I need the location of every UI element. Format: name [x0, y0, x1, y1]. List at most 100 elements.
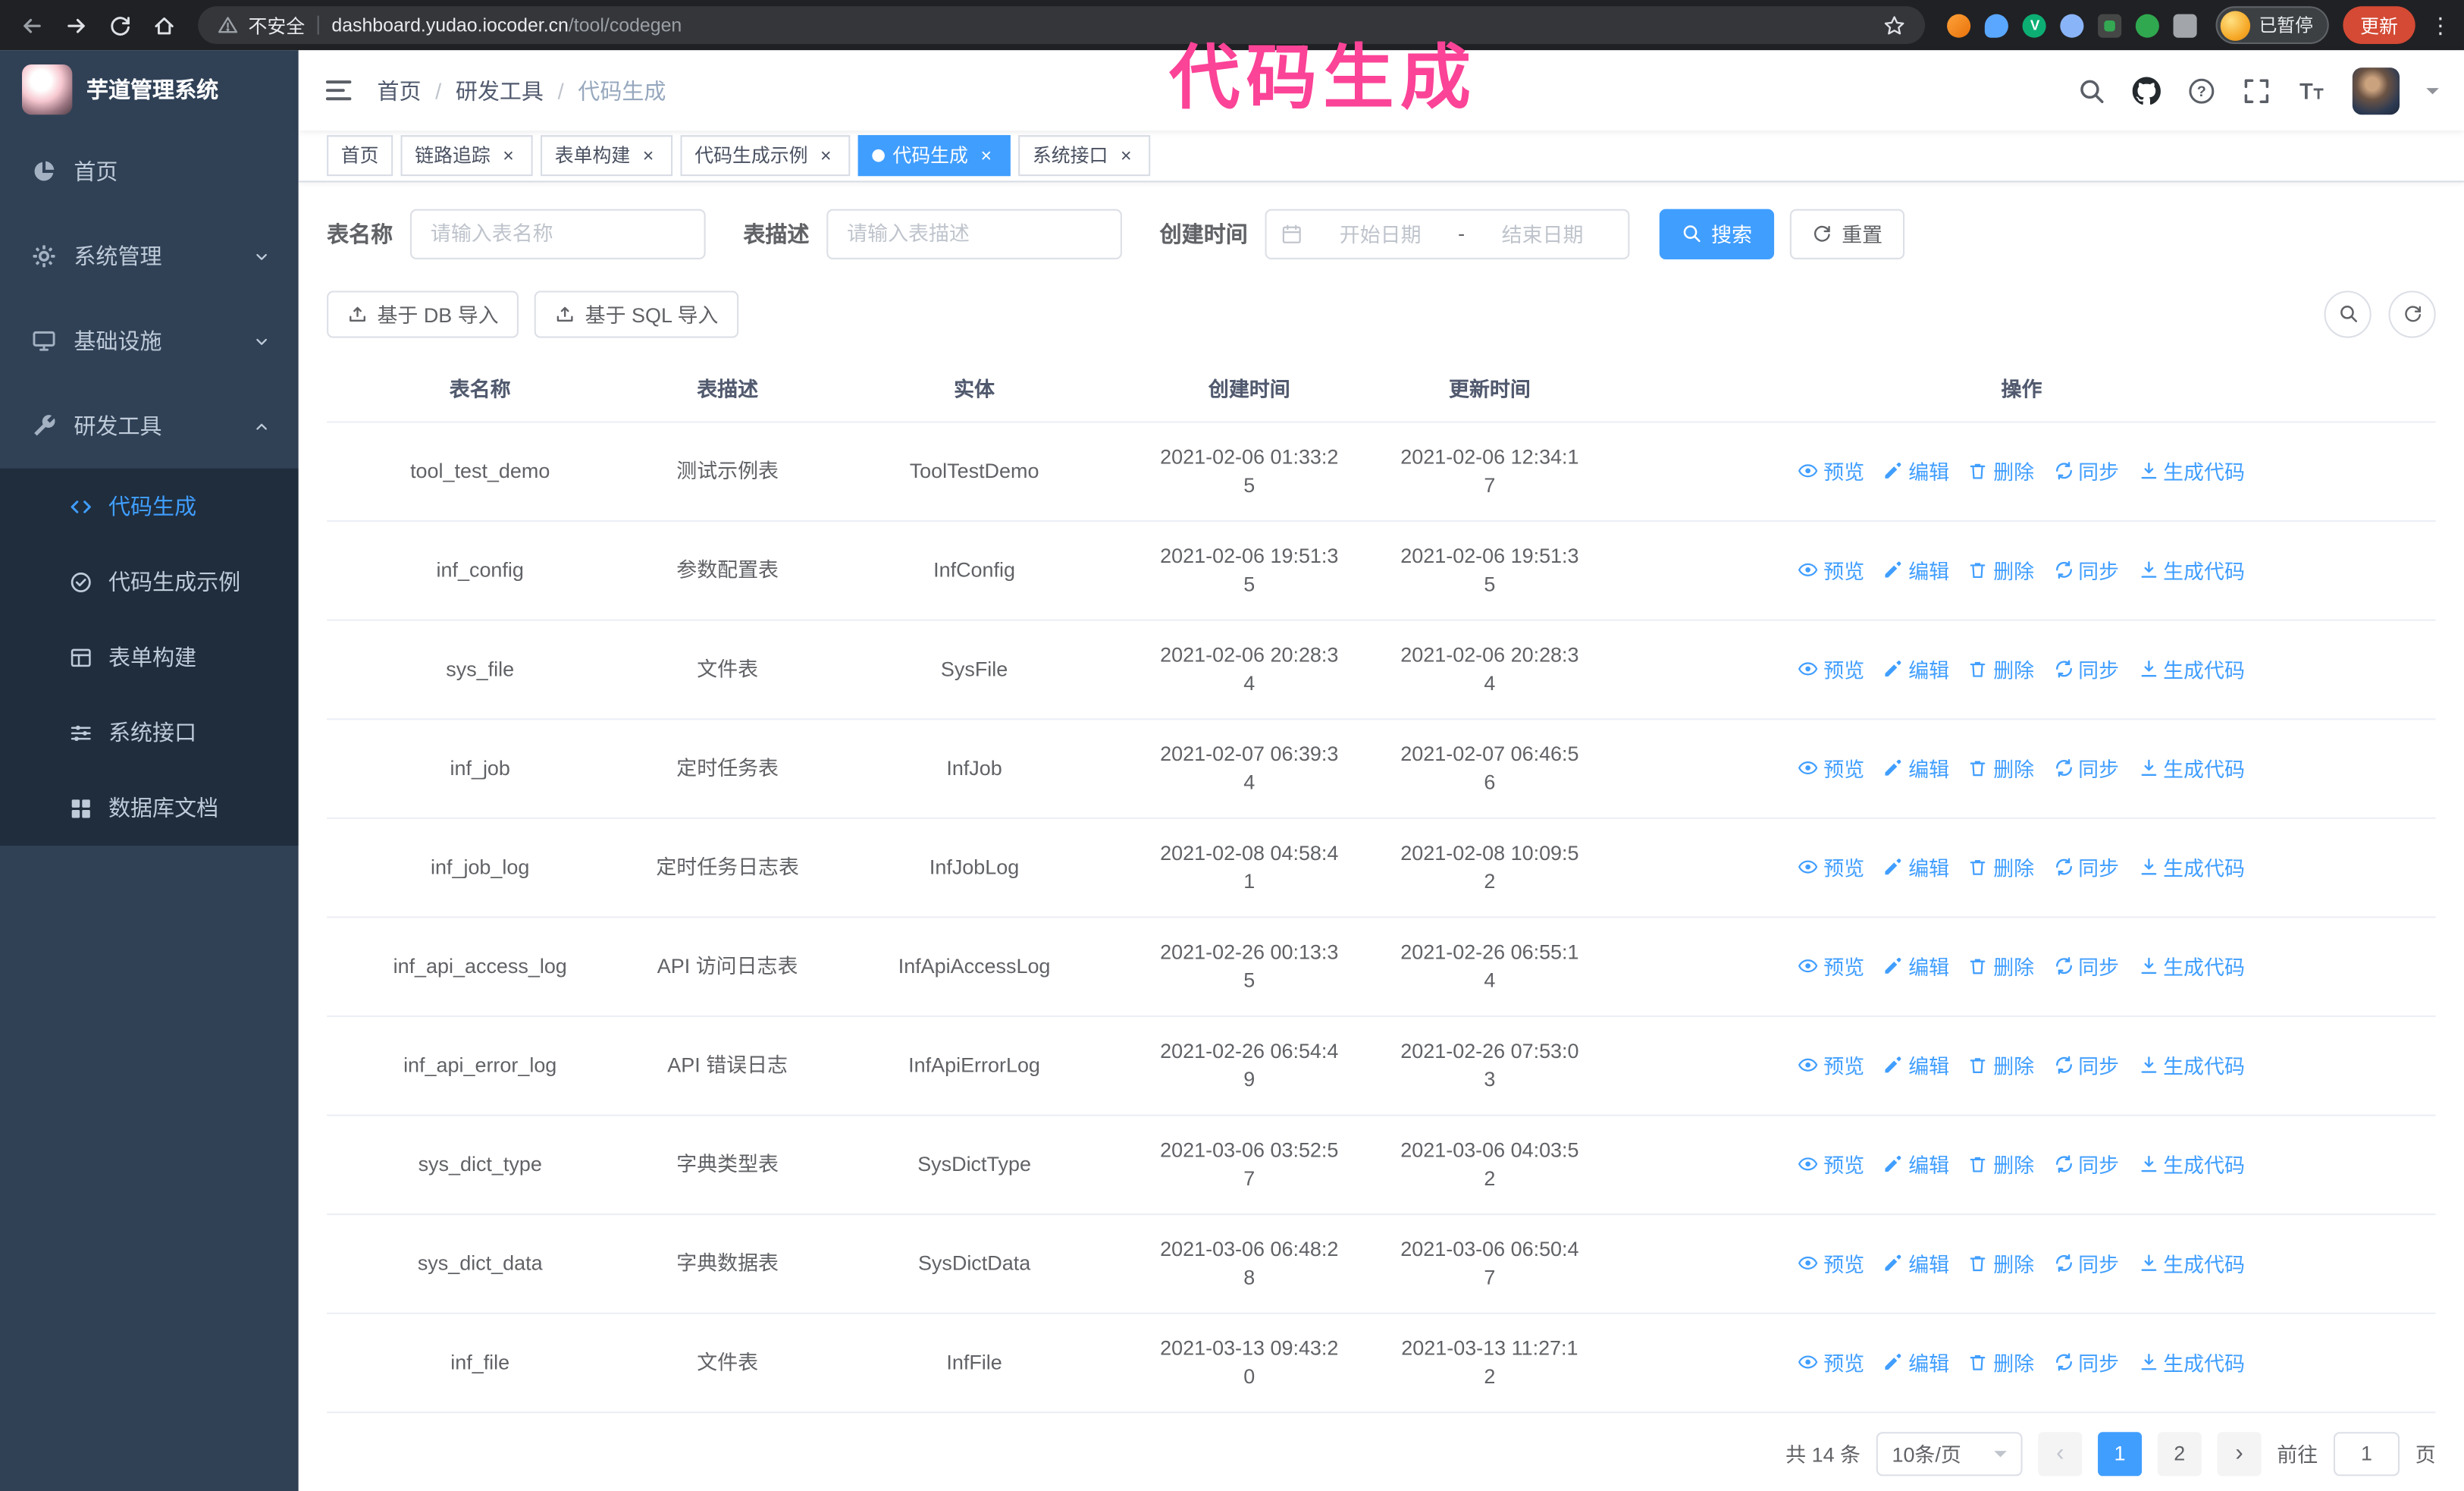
sidebar-subitem-form-builder[interactable]: 表单构建 — [0, 620, 299, 695]
extensions-puzzle-icon[interactable] — [2174, 13, 2198, 37]
action-生成代码[interactable]: 生成代码 — [2138, 1347, 2245, 1376]
action-预览[interactable]: 预览 — [1798, 654, 1864, 683]
action-生成代码[interactable]: 生成代码 — [2138, 654, 2245, 683]
import-sql-button[interactable]: 基于 SQL 导入 — [534, 290, 739, 337]
back-icon[interactable] — [13, 6, 51, 44]
fullscreen-icon[interactable] — [2243, 77, 2271, 105]
tab-代码生成示例[interactable]: 代码生成示例 — [680, 135, 851, 176]
action-同步[interactable]: 同步 — [2053, 1050, 2119, 1080]
extension-icon-1[interactable] — [1948, 13, 1972, 37]
action-编辑[interactable]: 编辑 — [1883, 654, 1949, 683]
action-预览[interactable]: 预览 — [1798, 1050, 1864, 1080]
search-button[interactable]: 搜索 — [1659, 208, 1775, 259]
breadcrumb-devtools[interactable]: 研发工具 — [456, 75, 544, 106]
sidebar-subitem-codegen[interactable]: 代码生成 — [0, 469, 299, 544]
close-icon[interactable] — [638, 146, 659, 166]
bookmark-star-icon[interactable] — [1883, 14, 1907, 37]
action-同步[interactable]: 同步 — [2053, 1248, 2119, 1278]
action-同步[interactable]: 同步 — [2053, 654, 2119, 683]
profile-chip[interactable]: 已暂停 — [2216, 6, 2329, 45]
home-icon[interactable] — [145, 6, 183, 44]
action-删除[interactable]: 删除 — [1968, 1050, 2034, 1080]
tab-系统接口[interactable]: 系统接口 — [1018, 135, 1151, 176]
action-生成代码[interactable]: 生成代码 — [2138, 852, 2245, 882]
github-icon[interactable] — [2132, 76, 2161, 105]
sidebar-item-home[interactable]: 首页 — [0, 129, 299, 214]
update-button[interactable]: 更新 — [2343, 6, 2415, 45]
action-删除[interactable]: 删除 — [1968, 852, 2034, 882]
extension-icon-5[interactable] — [2099, 13, 2123, 37]
refresh-table-button[interactable] — [2388, 290, 2436, 337]
extension-icon-3[interactable]: V — [2023, 13, 2047, 37]
action-编辑[interactable]: 编辑 — [1883, 1149, 1949, 1179]
page-size-select[interactable]: 10条/页 — [1876, 1431, 2023, 1476]
page-1[interactable]: 1 — [2097, 1431, 2143, 1476]
action-编辑[interactable]: 编辑 — [1883, 852, 1949, 882]
reset-button[interactable]: 重置 — [1789, 208, 1905, 259]
action-删除[interactable]: 删除 — [1968, 555, 2034, 585]
action-编辑[interactable]: 编辑 — [1883, 1248, 1949, 1278]
table-desc-input[interactable] — [826, 208, 1122, 259]
sidebar-subitem-codegen-example[interactable]: 代码生成示例 — [0, 544, 299, 619]
extension-icon-2[interactable] — [1985, 13, 2009, 37]
action-编辑[interactable]: 编辑 — [1883, 555, 1949, 585]
action-预览[interactable]: 预览 — [1798, 1149, 1864, 1179]
date-range-picker[interactable]: 开始日期 - 结束日期 — [1265, 208, 1630, 259]
tab-链路追踪[interactable]: 链路追踪 — [400, 135, 533, 176]
close-icon[interactable] — [816, 146, 836, 166]
forward-icon[interactable] — [57, 6, 95, 44]
action-删除[interactable]: 删除 — [1968, 753, 2034, 783]
action-同步[interactable]: 同步 — [2053, 1149, 2119, 1179]
sidebar-subitem-db-doc[interactable]: 数据库文档 — [0, 771, 299, 846]
action-预览[interactable]: 预览 — [1798, 852, 1864, 882]
action-编辑[interactable]: 编辑 — [1883, 1347, 1949, 1376]
action-生成代码[interactable]: 生成代码 — [2138, 555, 2245, 585]
next-page-button[interactable] — [2217, 1431, 2262, 1476]
action-预览[interactable]: 预览 — [1798, 1347, 1864, 1376]
font-size-icon[interactable] — [2297, 77, 2325, 105]
page-2[interactable]: 2 — [2157, 1431, 2202, 1476]
action-删除[interactable]: 删除 — [1968, 654, 2034, 683]
close-icon[interactable] — [1116, 146, 1136, 166]
action-生成代码[interactable]: 生成代码 — [2138, 1050, 2245, 1080]
prev-page-button[interactable] — [2038, 1431, 2083, 1476]
action-删除[interactable]: 删除 — [1968, 1149, 2034, 1179]
user-avatar[interactable] — [2352, 67, 2400, 115]
action-编辑[interactable]: 编辑 — [1883, 753, 1949, 783]
action-编辑[interactable]: 编辑 — [1883, 456, 1949, 485]
sidebar-item-system[interactable]: 系统管理 — [0, 214, 299, 299]
action-同步[interactable]: 同步 — [2053, 1347, 2119, 1376]
tab-代码生成[interactable]: 代码生成 — [857, 135, 1011, 176]
action-预览[interactable]: 预览 — [1798, 753, 1864, 783]
toggle-search-button[interactable] — [2324, 290, 2372, 337]
browser-menu-icon[interactable]: ⋮ — [2429, 12, 2451, 39]
import-db-button[interactable]: 基于 DB 导入 — [327, 290, 519, 337]
action-删除[interactable]: 删除 — [1968, 951, 2034, 981]
breadcrumb-home[interactable]: 首页 — [377, 75, 421, 106]
action-生成代码[interactable]: 生成代码 — [2138, 753, 2245, 783]
hamburger-icon[interactable] — [324, 76, 353, 105]
logo[interactable]: 芋道管理系统 — [0, 50, 299, 129]
close-icon[interactable] — [498, 146, 519, 166]
action-编辑[interactable]: 编辑 — [1883, 951, 1949, 981]
action-同步[interactable]: 同步 — [2053, 852, 2119, 882]
address-bar[interactable]: 不安全 dashboard.yudao.iocoder.cn/tool/code… — [198, 6, 1926, 45]
action-预览[interactable]: 预览 — [1798, 456, 1864, 485]
close-icon[interactable] — [976, 146, 996, 166]
action-同步[interactable]: 同步 — [2053, 555, 2119, 585]
sidebar-item-devtools[interactable]: 研发工具 — [0, 384, 299, 469]
help-icon[interactable]: ? — [2187, 77, 2215, 105]
action-同步[interactable]: 同步 — [2053, 951, 2119, 981]
reload-icon[interactable] — [101, 6, 139, 44]
goto-page-input[interactable] — [2333, 1431, 2400, 1476]
action-编辑[interactable]: 编辑 — [1883, 1050, 1949, 1080]
action-预览[interactable]: 预览 — [1798, 1248, 1864, 1278]
action-生成代码[interactable]: 生成代码 — [2138, 1149, 2245, 1179]
action-预览[interactable]: 预览 — [1798, 951, 1864, 981]
action-生成代码[interactable]: 生成代码 — [2138, 456, 2245, 485]
action-删除[interactable]: 删除 — [1968, 1347, 2034, 1376]
extension-icon-6[interactable] — [2136, 13, 2160, 37]
sidebar-item-infra[interactable]: 基础设施 — [0, 299, 299, 384]
action-删除[interactable]: 删除 — [1968, 1248, 2034, 1278]
sidebar-subitem-system-api[interactable]: 系统接口 — [0, 695, 299, 770]
